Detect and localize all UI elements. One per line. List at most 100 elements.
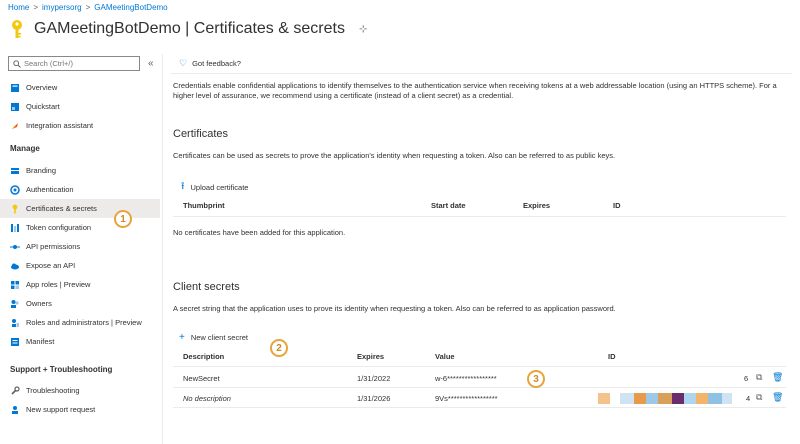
sidebar-item-certificates-secrets[interactable]: Certificates & secrets [0,199,160,218]
breadcrumb-separator: > [33,3,39,12]
breadcrumb-app[interactable]: GAMeetingBotDemo [94,3,167,12]
sidebar-item-label: Expose an API [26,261,76,270]
sidebar-item-label: Roles and administrators | Preview [26,318,142,327]
main-content: ♡ Got feedback? Credentials enable confi… [163,54,800,444]
intro-text: Credentials enable confidential applicat… [173,81,777,100]
sidebar-item-label: Token configuration [26,223,92,232]
title-row: GAMeetingBotDemo | Certificates & secret… [8,18,367,40]
pin-icon[interactable]: ⊹ [359,24,367,35]
column-header-start-date[interactable]: Start date [431,201,466,210]
sidebar-item-label: Overview [26,83,58,92]
annotation-badge: 3 [527,370,545,388]
annotation-badge: 1 [114,210,132,228]
roles-icon [10,318,20,328]
secret-value: 9Vs***************** [435,394,498,403]
feedback-link[interactable]: ♡ Got feedback? [179,58,241,69]
secret-expires: 1/31/2022 [357,374,391,383]
heart-icon: ♡ [179,58,188,68]
column-header-description[interactable]: Description [183,352,224,361]
breadcrumb-org[interactable]: imypersorg [42,3,82,12]
divider [171,73,792,74]
sidebar: « Overview Quickstart Integration assist… [0,54,160,444]
sidebar-item-manifest[interactable]: Manifest [0,332,160,351]
client-secrets-description: A secret string that the application use… [173,304,616,313]
section-manage: Manage [10,144,40,153]
search-box[interactable] [8,56,140,71]
sidebar-item-label: Owners [26,299,52,308]
quickstart-icon [10,102,20,112]
sidebar-item-app-roles[interactable]: App roles | Preview [0,275,160,294]
breadcrumb-separator: > [85,3,91,12]
sidebar-item-label: Integration assistant [26,121,94,130]
column-header-expires[interactable]: Expires [357,352,384,361]
sidebar-item-token-configuration[interactable]: Token configuration [0,218,160,237]
sidebar-item-label: Branding [26,166,57,175]
row-divider [173,407,786,408]
page-title: GAMeetingBotDemo | Certificates & secret… [34,20,345,37]
api-permissions-icon [10,242,20,252]
sidebar-item-label: API permissions [26,242,81,251]
upload-certificate-label: Upload certificate [190,183,249,192]
certificates-description: Certificates can be used as secrets to p… [173,151,616,160]
copy-icon[interactable]: ⧉ [756,392,762,403]
annotation-badge: 2 [270,339,288,357]
search-input[interactable] [24,59,134,68]
table-header-divider [173,366,786,367]
secret-description: NewSecret [183,374,220,383]
secret-id-suffix: 6 [744,374,749,383]
sidebar-item-branding[interactable]: Branding [0,161,160,180]
column-header-value[interactable]: Value [435,352,455,361]
delete-icon[interactable]: 🗑 [772,392,783,403]
feedback-label: Got feedback? [192,59,241,68]
support-icon [10,405,20,415]
breadcrumb-home[interactable]: Home [8,3,29,12]
key-icon [10,204,20,214]
secret-description: No description [183,394,231,403]
column-header-id[interactable]: ID [608,352,616,361]
sidebar-item-label: Certificates & secrets [26,204,97,213]
sidebar-item-label: Authentication [26,185,74,194]
column-header-expires[interactable]: Expires [523,201,550,210]
owners-icon [10,299,20,309]
wrench-icon [10,385,20,396]
sidebar-item-quickstart[interactable]: Quickstart [0,97,160,116]
column-header-id[interactable]: ID [613,201,621,210]
sidebar-item-owners[interactable]: Owners [0,294,160,313]
plus-icon: + [179,332,185,343]
manifest-icon [10,337,20,347]
search-icon [13,59,21,68]
key-icon [8,19,26,39]
upload-certificate-button[interactable]: ⭱ Upload certificate [181,179,248,196]
overview-icon [10,83,20,93]
new-client-secret-button[interactable]: + New client secret [179,332,248,343]
certificates-empty-message: No certificates have been added for this… [173,228,346,237]
column-header-thumbprint[interactable]: Thumbprint [183,201,225,210]
secret-value: w-6***************** [435,374,497,383]
copy-icon[interactable]: ⧉ [756,372,762,383]
sidebar-item-troubleshooting[interactable]: Troubleshooting [0,381,160,400]
sidebar-item-roles-administrators[interactable]: Roles and administrators | Preview [0,313,160,332]
token-icon [10,223,20,233]
sidebar-item-overview[interactable]: Overview [0,78,160,97]
authentication-icon [10,184,20,195]
row-divider [173,387,786,388]
client-secrets-heading: Client secrets [173,281,240,293]
sidebar-item-new-support-request[interactable]: New support request [0,400,160,419]
sidebar-item-label: Quickstart [26,102,60,111]
collapse-sidebar-icon[interactable]: « [148,58,154,69]
sidebar-item-integration-assistant[interactable]: Integration assistant [0,116,160,135]
delete-icon[interactable]: 🗑 [772,372,783,383]
sidebar-item-authentication[interactable]: Authentication [0,180,160,199]
secret-expires: 1/31/2026 [357,394,391,403]
cloud-icon [10,261,20,271]
sidebar-item-expose-an-api[interactable]: Expose an API [0,256,160,275]
sidebar-item-api-permissions[interactable]: API permissions [0,237,160,256]
upload-icon: ⭱ [181,181,185,192]
branding-icon [10,166,20,176]
secret-id-suffix: 4 [746,394,751,403]
app-roles-icon [10,280,20,290]
sidebar-item-label: Manifest [26,337,55,346]
new-client-secret-label: New client secret [190,333,248,342]
certificates-heading: Certificates [173,128,229,140]
sidebar-item-label: Troubleshooting [26,386,80,395]
